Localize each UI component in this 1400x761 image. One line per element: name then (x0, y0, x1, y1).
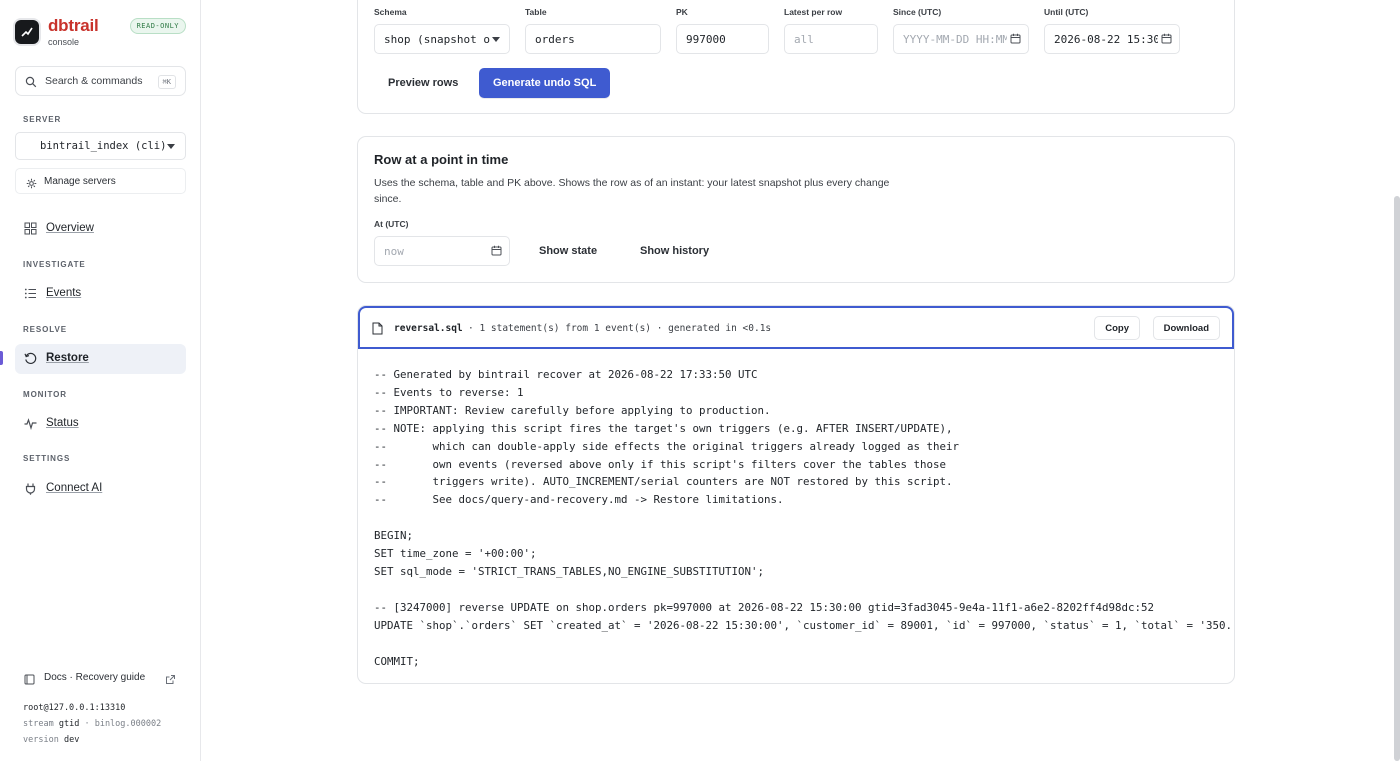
table-label: Table (525, 7, 547, 17)
recover-form-card: Schema shop (snapshot o Table orders PK … (357, 0, 1235, 114)
manage-servers-label: Manage servers (44, 176, 116, 187)
stream-value: gtid (58, 719, 80, 729)
latest-per-row-input[interactable]: all (784, 24, 878, 54)
table-value: orders (535, 33, 575, 46)
calendar-icon[interactable] (488, 245, 502, 259)
brand-name: dbtrail (48, 16, 99, 35)
until-value: 2026-08-22 15:30 (1054, 33, 1160, 46)
version-label: version (23, 735, 59, 745)
stream-label: stream (23, 719, 54, 729)
at-utc-label: At (UTC) (374, 219, 409, 229)
pk-input[interactable]: 997000 (676, 24, 769, 54)
plug-icon (24, 482, 37, 500)
latest-per-row-placeholder: all (794, 33, 814, 46)
sql-code-block[interactable]: -- Generated by bintrail recover at 2026… (374, 366, 1232, 678)
search-shortcut: ⌘K (157, 75, 176, 89)
investigate-section-label: INVESTIGATE (23, 260, 86, 269)
generate-undo-sql-button[interactable]: Generate undo SQL (479, 68, 611, 98)
book-icon (24, 672, 35, 690)
table-input[interactable]: orders (525, 24, 661, 54)
calendar-icon[interactable] (1158, 33, 1172, 47)
search-commands-button[interactable]: Search & commands ⌘K (15, 66, 186, 96)
pulse-icon (24, 417, 37, 435)
since-placeholder: YYYY-MM-DD HH:MM (903, 33, 1009, 46)
host-info: root@127.0.0.1:13310 (23, 703, 126, 713)
docs-link[interactable]: Docs · Recovery guide (15, 668, 186, 688)
stream-info: stream gtid · binlog.000002 (23, 719, 161, 729)
sidebar-item-label: Connect AI (46, 482, 103, 494)
binlog-value: binlog.000002 (94, 719, 162, 729)
sidebar-item-connect-ai[interactable]: Connect AI (15, 474, 186, 504)
show-history-button[interactable]: Show history (626, 236, 723, 266)
server-select-value: bintrail_index (cli) (40, 140, 167, 152)
at-utc-input[interactable]: now (374, 236, 510, 266)
chevron-down-icon (492, 37, 500, 42)
read-only-badge: READ-ONLY (129, 18, 186, 34)
search-label: Search & commands (45, 75, 143, 87)
brand-subtitle: console (48, 37, 80, 47)
server-select[interactable]: bintrail_index (cli) (15, 132, 186, 160)
restore-icon (24, 352, 37, 370)
brand: dbtrail console READ-ONLY (15, 16, 186, 48)
gear-icon (26, 176, 37, 194)
sidebar-item-events[interactable]: Events (15, 279, 186, 309)
stream-separator: · (84, 719, 90, 729)
chevron-down-icon (167, 144, 175, 149)
sidebar-item-label: Overview (46, 222, 94, 234)
resolve-section-label: RESOLVE (23, 325, 67, 334)
show-state-button[interactable]: Show state (525, 236, 611, 266)
since-input[interactable]: YYYY-MM-DD HH:MM (893, 24, 1029, 54)
until-label: Until (UTC) (1044, 7, 1089, 17)
point-in-time-title: Row at a point in time (374, 152, 509, 167)
schema-select[interactable]: shop (snapshot o (374, 24, 510, 54)
logo-icon (15, 20, 39, 44)
download-button[interactable]: Download (1152, 316, 1220, 340)
sidebar-item-restore[interactable]: Restore (15, 344, 186, 374)
pk-label: PK (676, 7, 688, 17)
docs-link-label: Docs · Recovery guide (44, 672, 146, 683)
sidebar-item-overview[interactable]: Overview (15, 214, 186, 244)
monitor-section-label: MONITOR (23, 390, 67, 399)
sql-generation-info: · 1 statement(s) from 1 event(s) · gener… (468, 323, 772, 334)
page-scrollbar[interactable] (1394, 196, 1400, 761)
search-icon (25, 75, 37, 93)
schema-label: Schema (374, 7, 407, 17)
point-in-time-card: Row at a point in time Uses the schema, … (357, 136, 1235, 283)
sql-filename: reversal.sql (394, 323, 463, 334)
schema-value: shop (snapshot o (384, 33, 490, 46)
sidebar-item-label: Status (46, 417, 79, 429)
external-link-icon (165, 672, 176, 690)
manage-servers-button[interactable]: Manage servers (15, 168, 186, 194)
sql-code: -- Generated by bintrail recover at 2026… (374, 368, 1232, 668)
file-icon (372, 322, 383, 340)
copy-button[interactable]: Copy (1094, 316, 1140, 340)
latest-per-row-label: Latest per row (784, 7, 843, 17)
sidebar: dbtrail console READ-ONLY Search & comma… (0, 0, 201, 761)
sql-output-card: reversal.sql · 1 statement(s) from 1 eve… (357, 305, 1235, 684)
pk-value: 997000 (686, 33, 726, 46)
until-input[interactable]: 2026-08-22 15:30 (1044, 24, 1180, 54)
sidebar-item-status[interactable]: Status (15, 409, 186, 439)
active-indicator (0, 351, 3, 365)
since-label: Since (UTC) (893, 7, 942, 17)
version-info: version dev (23, 735, 79, 745)
preview-rows-button[interactable]: Preview rows (374, 68, 472, 98)
calendar-icon[interactable] (1007, 33, 1021, 47)
server-section-label: SERVER (23, 115, 62, 124)
version-value: dev (63, 735, 80, 745)
sidebar-item-label: Events (46, 287, 82, 299)
sidebar-item-label: Restore (46, 352, 89, 364)
sql-output-header: reversal.sql · 1 statement(s) from 1 eve… (358, 306, 1234, 349)
settings-section-label: SETTINGS (23, 454, 71, 463)
grid-icon (24, 222, 37, 240)
list-icon (24, 287, 37, 305)
point-in-time-description: Uses the schema, table and PK above. Sho… (374, 177, 890, 205)
at-utc-placeholder: now (384, 245, 404, 258)
